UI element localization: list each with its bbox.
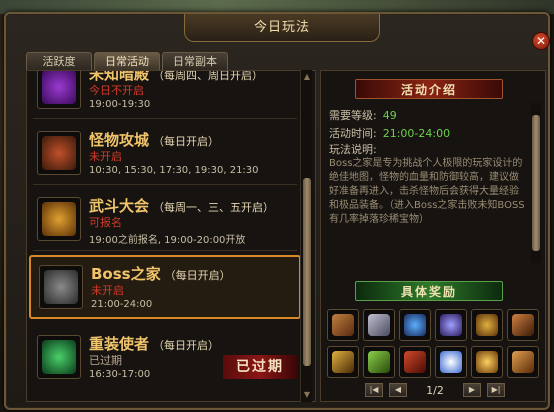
list-item[interactable]: 怪物攻城 （每日开启） 未开启 10:30, 15:30, 17:30, 19:3… xyxy=(29,123,301,185)
activity-time: 16:30-17:00 xyxy=(89,369,151,380)
prev-page-icon[interactable]: ◀ xyxy=(389,383,407,397)
list-item[interactable]: 武斗大会 （每周一、三、五开启） 可报名 19:00之前报名, 19:00-20:… xyxy=(29,189,301,251)
expired-badge: 已过期 xyxy=(223,355,297,379)
activity-name: 武斗大会 xyxy=(89,197,150,215)
next-page-icon[interactable]: ▶ xyxy=(463,383,481,397)
daily-play-window: 今日玩法 ✕ 活跃度 日常活动 日常副本 未知暗殿 （每周四、周日开启） 今日不开… xyxy=(4,12,550,410)
activity-name: Boss之家 xyxy=(91,265,161,283)
monster-siege-icon xyxy=(37,131,81,175)
reward-gauntlet-icon[interactable] xyxy=(399,346,431,378)
reward-helmet-icon[interactable] xyxy=(471,309,503,341)
time-value: 21:00-24:00 xyxy=(382,127,451,140)
desc-label: 玩法说明: xyxy=(329,143,377,156)
reward-staff-icon[interactable] xyxy=(327,309,359,341)
tab-daily-dungeon[interactable]: 日常副本 xyxy=(162,52,228,70)
tab-bar: 活跃度 日常活动 日常副本 xyxy=(26,52,228,70)
list-item[interactable]: 未知暗殿 （每周四、周日开启） 今日不开启 19:00-19:30 xyxy=(29,70,301,119)
scroll-thumb[interactable] xyxy=(532,115,540,251)
last-page-icon[interactable]: ▶| xyxy=(487,383,505,397)
reward-pager: |◀ ◀ 1/2 ▶ ▶| xyxy=(365,383,505,397)
reward-grid xyxy=(327,309,543,378)
reward-armor-icon[interactable] xyxy=(507,346,539,378)
description-text: Boss之家是专为挑战个人极限的玩家设计的绝佳地图，怪物的血量和防御较高，建议做… xyxy=(329,158,525,225)
divider xyxy=(33,184,297,185)
boss-home-icon xyxy=(39,265,83,309)
list-item-selected[interactable]: Boss之家 （每日开启） 未开启 21:00-24:00 xyxy=(29,255,301,319)
page-indicator: 1/2 xyxy=(426,383,444,397)
scroll-up-arrow-icon[interactable]: ▲ xyxy=(302,72,312,82)
reward-boots-icon[interactable] xyxy=(327,346,359,378)
detail-scrollbar[interactable] xyxy=(531,103,541,263)
detail-panel: 活动介绍 需要等级: 49 活动时间: 21:00-24:00 玩法说明: Boss… xyxy=(320,70,546,402)
divider xyxy=(33,118,297,119)
reward-necklace-icon[interactable] xyxy=(399,309,431,341)
activity-frequency: （每日开启） xyxy=(153,339,220,352)
activity-time: 10:30, 15:30, 17:30, 19:30, 21:30 xyxy=(89,165,259,176)
divider xyxy=(33,250,297,251)
activity-status: 未开启 xyxy=(91,284,124,297)
activity-frequency: （每周四、周日开启） xyxy=(153,70,264,82)
level-label: 需要等级: xyxy=(329,109,377,122)
activity-name: 怪物攻城 xyxy=(89,131,150,149)
first-page-icon[interactable]: |◀ xyxy=(365,383,383,397)
martial-tournament-icon xyxy=(37,197,81,241)
scroll-down-arrow-icon[interactable]: ▼ xyxy=(302,390,312,400)
activity-frequency: （每周一、三、五开启） xyxy=(153,201,275,214)
intro-header: 活动介绍 xyxy=(355,79,503,99)
scroll-thumb[interactable] xyxy=(303,178,311,366)
activity-status: 今日不开启 xyxy=(89,84,144,97)
reward-sword-icon[interactable] xyxy=(363,346,395,378)
activity-frequency: （每日开启） xyxy=(153,135,220,148)
tab-daily-events[interactable]: 日常活动 xyxy=(94,52,160,70)
activity-name: 重装使者 xyxy=(89,335,150,353)
reward-belt-icon[interactable] xyxy=(507,309,539,341)
window-title: 今日玩法 xyxy=(184,14,380,42)
activity-frequency: （每日开启） xyxy=(164,269,231,282)
list-scrollbar[interactable]: ▲ ▼ xyxy=(300,70,312,402)
activity-time: 19:00-19:30 xyxy=(89,99,151,110)
activity-list: 未知暗殿 （每周四、周日开启） 今日不开启 19:00-19:30 怪物攻城 （每日… xyxy=(26,70,316,402)
reward-bracer-icon[interactable] xyxy=(363,309,395,341)
activity-time: 21:00-24:00 xyxy=(91,299,153,310)
time-label: 活动时间: xyxy=(329,127,377,140)
activity-status: 未开启 xyxy=(89,150,122,163)
reward-header: 具体奖励 xyxy=(355,281,503,301)
level-value: 49 xyxy=(382,109,397,122)
reward-orb-icon[interactable] xyxy=(435,346,467,378)
reward-ring-icon[interactable] xyxy=(435,309,467,341)
close-button[interactable]: ✕ xyxy=(532,32,550,50)
activity-status: 已过期 xyxy=(89,354,122,367)
activity-time: 19:00之前报名, 19:00-20:00开放 xyxy=(89,235,246,246)
armored-envoy-icon xyxy=(37,335,81,379)
activity-status: 可报名 xyxy=(89,216,122,229)
reward-gold-ring-icon[interactable] xyxy=(471,346,503,378)
tab-activity[interactable]: 活跃度 xyxy=(26,52,92,70)
unknown-temple-icon xyxy=(37,71,81,109)
